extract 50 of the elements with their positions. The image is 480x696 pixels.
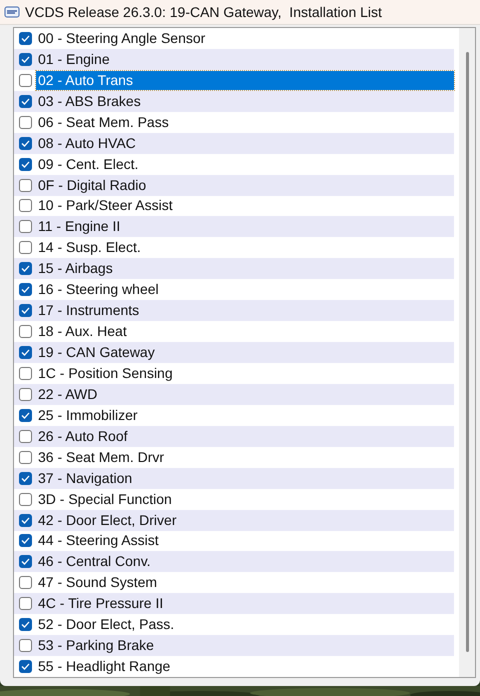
checkbox[interactable] bbox=[19, 262, 32, 276]
checkbox[interactable] bbox=[19, 408, 32, 422]
scrollbar-thumb[interactable] bbox=[466, 52, 468, 652]
checkbox[interactable] bbox=[19, 325, 32, 338]
list-item[interactable]: 02 - Auto Trans bbox=[36, 70, 454, 90]
checkbox[interactable] bbox=[19, 241, 32, 254]
checkbox[interactable] bbox=[19, 660, 32, 674]
checkbox[interactable] bbox=[19, 116, 32, 129]
checkbox[interactable] bbox=[19, 430, 32, 443]
window-title: VCDS Release 26.3.0: 19-CAN Gateway, Installation List bbox=[25, 4, 382, 20]
list-item[interactable]: 55 - Headlight Range bbox=[36, 657, 454, 676]
list-item[interactable]: 3D - Special Function bbox=[36, 490, 454, 509]
list-item[interactable]: 06 - Seat Mem. Pass bbox=[36, 112, 454, 132]
checkbox[interactable] bbox=[19, 220, 32, 234]
checkbox[interactable] bbox=[19, 639, 32, 652]
checkbox[interactable] bbox=[19, 514, 32, 527]
checkbox[interactable] bbox=[19, 388, 32, 401]
checkbox[interactable] bbox=[19, 346, 32, 360]
checkbox[interactable] bbox=[19, 597, 32, 610]
list-item[interactable]: 1C - Position Sensing bbox=[36, 364, 454, 383]
checkbox[interactable] bbox=[19, 52, 32, 66]
checkbox[interactable] bbox=[19, 304, 32, 318]
checkbox[interactable] bbox=[19, 158, 32, 171]
list-item[interactable]: 14 - Susp. Elect. bbox=[36, 238, 454, 258]
list-item[interactable]: 44 - Steering Assist bbox=[36, 531, 454, 550]
checkbox[interactable] bbox=[19, 366, 32, 380]
list-item[interactable]: 10 - Park/Steer Assist bbox=[36, 196, 454, 216]
checkbox[interactable] bbox=[19, 32, 32, 45]
list-item[interactable]: 25 - Immobilizer bbox=[36, 406, 454, 425]
checkbox[interactable] bbox=[19, 492, 32, 506]
checkbox[interactable] bbox=[19, 178, 32, 192]
list-item[interactable]: 52 - Door Elect, Pass. bbox=[36, 615, 454, 634]
list-item[interactable]: 36 - Seat Mem. Drvr bbox=[36, 448, 454, 467]
list-item[interactable]: 47 - Sound System bbox=[36, 573, 454, 592]
list-item[interactable]: 16 - Steering wheel bbox=[36, 280, 454, 300]
checkbox[interactable] bbox=[19, 283, 32, 296]
checkbox[interactable] bbox=[19, 576, 32, 590]
checkbox[interactable] bbox=[19, 74, 32, 87]
list-item[interactable]: 18 - Aux. Heat bbox=[36, 322, 454, 342]
checkbox[interactable] bbox=[19, 555, 32, 568]
checkbox[interactable] bbox=[19, 472, 32, 485]
checkbox[interactable] bbox=[19, 136, 32, 150]
checkbox[interactable] bbox=[19, 534, 32, 548]
checkbox[interactable] bbox=[19, 94, 32, 108]
app-logo-icon bbox=[4, 5, 20, 19]
checkbox[interactable] bbox=[19, 618, 32, 632]
list-item[interactable]: 00 - Steering Angle Sensor bbox=[36, 28, 454, 48]
checkbox[interactable] bbox=[19, 199, 32, 212]
checkbox[interactable] bbox=[19, 450, 32, 464]
list-item[interactable]: 09 - Cent. Elect. bbox=[36, 154, 454, 174]
